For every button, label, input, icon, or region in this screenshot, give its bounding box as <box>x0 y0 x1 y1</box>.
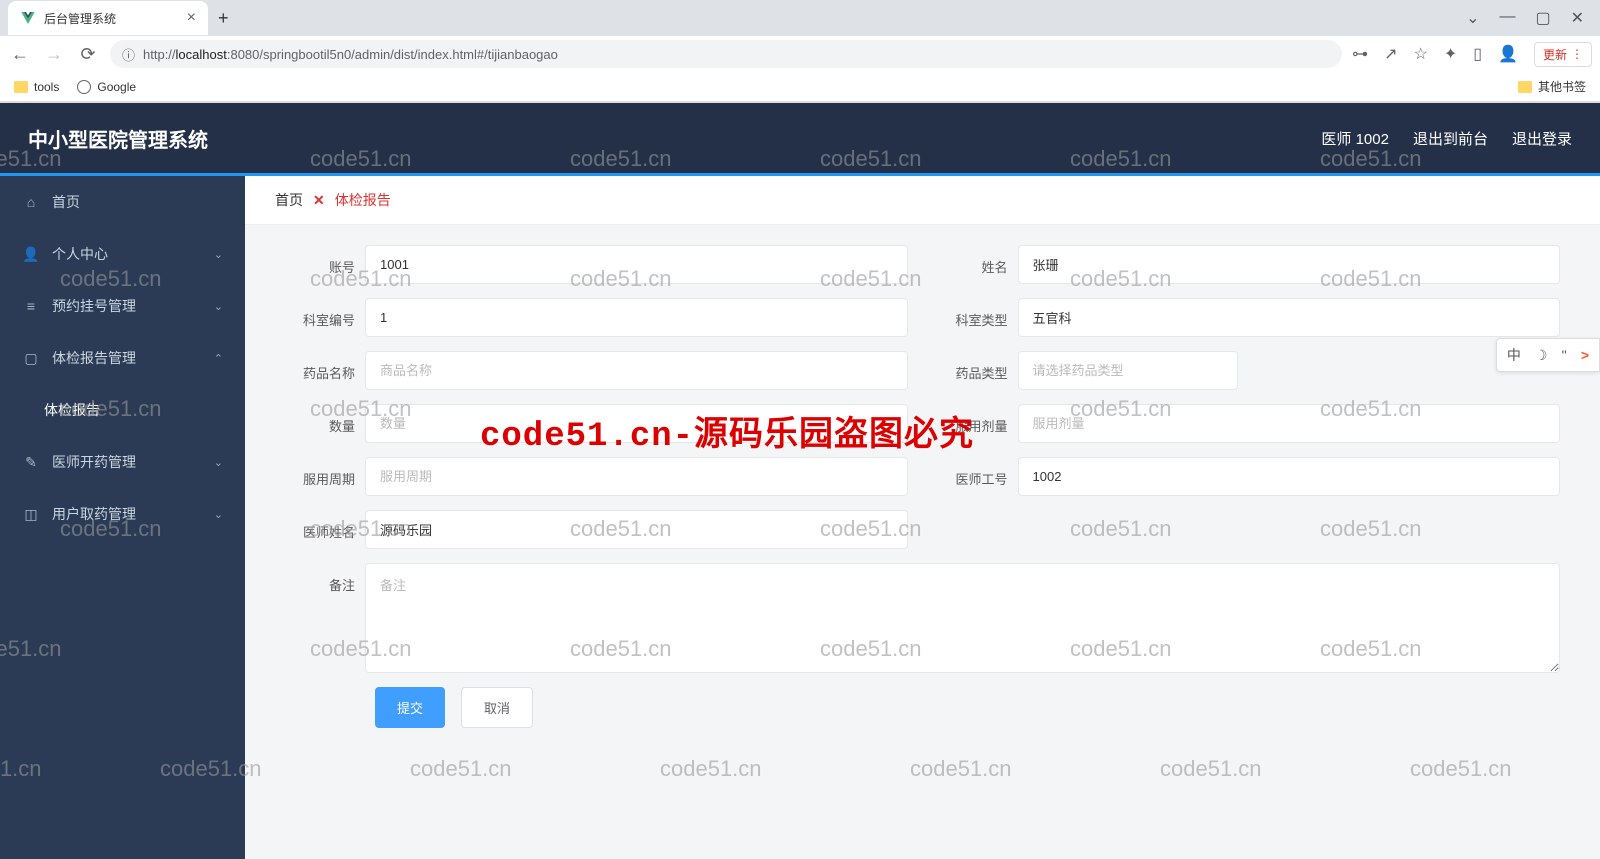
label-drug-type: 药品类型 <box>938 351 1018 382</box>
back-button[interactable]: ← <box>8 44 32 65</box>
url-path: :8080/springbootil5n0/admin/dist/index.h… <box>227 47 558 62</box>
label-cycle: 服用周期 <box>285 457 365 488</box>
profile-icon[interactable]: 👤 <box>1498 44 1518 64</box>
chevron-down-icon[interactable]: ⌄ <box>1466 8 1479 28</box>
input-dept-type[interactable] <box>1018 298 1561 337</box>
input-drug-name[interactable] <box>365 351 908 390</box>
breadcrumb: 首页 ✕ 体检报告 <box>245 176 1600 225</box>
extension-icon[interactable]: ✦ <box>1444 44 1457 64</box>
close-window-icon[interactable]: ✕ <box>1571 8 1584 28</box>
cancel-button[interactable]: 取消 <box>461 687 533 728</box>
address-bar: ← → ⟳ ⓘ http://localhost:8080/springboot… <box>0 36 1600 72</box>
chart-icon: ◫ <box>22 505 40 523</box>
reload-button[interactable]: ⟳ <box>76 44 100 65</box>
url-input[interactable]: ⓘ http://localhost:8080/springbootil5n0/… <box>110 40 1342 68</box>
chevron-down-icon: ⌄ <box>214 508 223 521</box>
forward-button[interactable]: → <box>42 44 66 65</box>
input-name[interactable] <box>1018 245 1561 284</box>
chevron-up-icon: ⌃ <box>214 352 223 365</box>
close-icon[interactable]: × <box>187 9 196 27</box>
tab-title: 后台管理系统 <box>44 10 116 27</box>
sidebar-appointment[interactable]: ≡预约挂号管理⌄ <box>0 280 245 332</box>
input-dept-no[interactable] <box>365 298 908 337</box>
main-content: 首页 ✕ 体检报告 账号 姓名 科室编号 科室类型 药品名称 药品类型 数 <box>245 176 1600 859</box>
update-button[interactable]: 更新 ⋮ <box>1534 42 1592 67</box>
breadcrumb-home[interactable]: 首页 <box>275 190 303 210</box>
sidebar-home[interactable]: ⌂首页 <box>0 176 245 228</box>
panel-icon[interactable]: ▯ <box>1473 44 1482 64</box>
share-icon[interactable]: ↗ <box>1384 44 1397 64</box>
ime-lang[interactable]: 中 <box>1507 345 1521 365</box>
select-drug-type[interactable] <box>1018 351 1238 390</box>
folder-icon <box>14 81 28 93</box>
chevron-down-icon: ⌄ <box>214 456 223 469</box>
star-icon[interactable]: ☆ <box>1414 44 1428 64</box>
label-dept-type: 科室类型 <box>938 298 1018 329</box>
sidebar-doctor-med[interactable]: ✎医师开药管理⌄ <box>0 436 245 488</box>
chat-icon: ▢ <box>22 349 40 367</box>
moon-icon[interactable]: ☽ <box>1535 347 1548 364</box>
chevron-down-icon: ⌄ <box>214 300 223 313</box>
breadcrumb-close-icon[interactable]: ✕ <box>313 192 325 209</box>
user-icon: 👤 <box>22 245 40 263</box>
ime-toolbar[interactable]: 中 ☽ '' > <box>1496 338 1600 372</box>
vue-icon <box>20 10 36 26</box>
sidebar-report-sub[interactable]: 体检报告 <box>0 384 245 436</box>
label-remark: 备注 <box>285 563 365 594</box>
url-host: localhost <box>176 47 227 62</box>
browser-tab-bar: 后台管理系统 × + ⌄ — ▢ ✕ <box>0 0 1600 36</box>
logout-button[interactable]: 退出登录 <box>1512 128 1572 149</box>
label-doc-name: 医师姓名 <box>285 510 365 541</box>
new-tab-button[interactable]: + <box>208 8 239 29</box>
key-icon[interactable]: ⊶ <box>1352 44 1368 64</box>
url-scheme: http:// <box>143 47 176 62</box>
sidebar: ⌂首页 👤个人中心⌄ ≡预约挂号管理⌄ ▢体检报告管理⌃ 体检报告 ✎医师开药管… <box>0 176 245 859</box>
label-name: 姓名 <box>938 245 1018 276</box>
bookmark-other[interactable]: 其他书签 <box>1518 78 1586 95</box>
sidebar-user-med[interactable]: ◫用户取药管理⌄ <box>0 488 245 540</box>
info-icon: ⓘ <box>122 45 135 64</box>
browser-tab[interactable]: 后台管理系统 × <box>8 1 208 35</box>
ime-quote[interactable]: '' <box>1561 347 1566 363</box>
label-drug-name: 药品名称 <box>285 351 365 382</box>
minimize-icon[interactable]: — <box>1499 8 1515 28</box>
sidebar-report-mgmt[interactable]: ▢体检报告管理⌃ <box>0 332 245 384</box>
bookmark-tools[interactable]: tools <box>14 80 59 94</box>
bookmark-google[interactable]: Google <box>77 80 136 94</box>
input-doc-no[interactable] <box>1018 457 1561 496</box>
app-title: 中小型医院管理系统 <box>28 124 208 153</box>
input-cycle[interactable] <box>365 457 908 496</box>
input-dose[interactable] <box>1018 404 1561 443</box>
form: 账号 姓名 科室编号 科室类型 药品名称 药品类型 数量 服用剂量 服用周期 <box>245 225 1600 748</box>
home-icon: ⌂ <box>22 193 40 211</box>
bookmark-bar: tools Google 其他书签 <box>0 72 1600 102</box>
label-dept-no: 科室编号 <box>285 298 365 329</box>
app-header: 中小型医院管理系统 医师 1002 退出到前台 退出登录 <box>0 103 1600 173</box>
breadcrumb-current[interactable]: 体检报告 <box>335 190 391 210</box>
label-doc-no: 医师工号 <box>938 457 1018 488</box>
folder-icon <box>1518 81 1532 93</box>
label-dose: 服用剂量 <box>938 404 1018 435</box>
maximize-icon[interactable]: ▢ <box>1535 8 1550 28</box>
textarea-remark[interactable] <box>365 563 1560 673</box>
edit-icon: ✎ <box>22 453 40 471</box>
input-qty[interactable] <box>365 404 908 443</box>
user-label[interactable]: 医师 1002 <box>1321 128 1389 149</box>
input-account[interactable] <box>365 245 908 284</box>
input-doc-name[interactable] <box>365 510 908 549</box>
chevron-down-icon: ⌄ <box>214 248 223 261</box>
sidebar-personal[interactable]: 👤个人中心⌄ <box>0 228 245 280</box>
list-icon: ≡ <box>22 297 40 315</box>
globe-icon <box>77 80 91 94</box>
label-account: 账号 <box>285 245 365 276</box>
submit-button[interactable]: 提交 <box>375 687 445 728</box>
back-to-front-button[interactable]: 退出到前台 <box>1413 128 1488 149</box>
label-qty: 数量 <box>285 404 365 435</box>
ime-arrow-icon[interactable]: > <box>1581 347 1589 363</box>
